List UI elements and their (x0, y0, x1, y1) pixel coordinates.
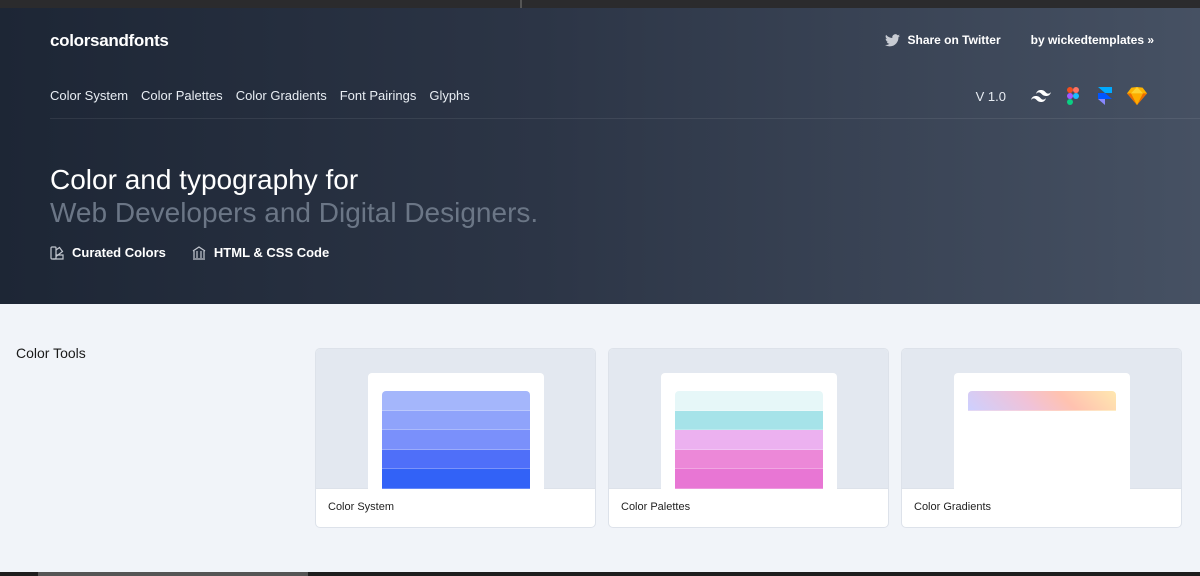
gradient-preview (968, 391, 1116, 489)
swatch (382, 469, 530, 489)
palette-icon (50, 245, 64, 260)
feature-curated-colors: Curated Colors (50, 245, 166, 260)
swatch (382, 430, 530, 450)
card-preview-frame (661, 373, 837, 489)
browser-bottom-bar (0, 572, 1200, 576)
hero-title-line2: Web Developers and Digital Designers. (50, 197, 539, 228)
card-thumbnail (609, 349, 888, 489)
swatch (675, 449, 823, 470)
browser-top-strip (0, 0, 1200, 8)
hero-title-line1: Color and typography for (50, 164, 359, 195)
nav-item-font-pairings[interactable]: Font Pairings (340, 88, 417, 103)
framer-icon[interactable] (1094, 85, 1116, 107)
twitter-icon (885, 33, 901, 46)
card-thumbnail (316, 349, 595, 489)
card-label: Color Gradients (914, 501, 992, 513)
site-logo[interactable]: colorsandfonts (50, 31, 169, 51)
version-label: V 1.0 (975, 88, 1006, 104)
card-preview-frame (368, 373, 544, 489)
nav-item-color-palettes[interactable]: Color Palettes (141, 88, 223, 103)
card-color-system[interactable]: Color System (315, 348, 596, 528)
swatch (382, 391, 530, 411)
tool-links: V 1.0 (976, 85, 1148, 107)
nav-item-color-gradients[interactable]: Color Gradients (236, 88, 327, 103)
section-title: Color Tools (16, 345, 86, 361)
card-color-gradients[interactable]: Color Gradients (901, 348, 1182, 528)
color-system-swatches (382, 391, 530, 489)
card-preview-frame (954, 373, 1130, 489)
figma-icon[interactable] (1062, 85, 1084, 107)
feature-label: HTML & CSS Code (213, 245, 330, 260)
hero-title: Color and typography for Web Developers … (50, 163, 538, 229)
header-divider (50, 118, 1200, 119)
building-icon (192, 245, 206, 260)
main-nav: Color System Color Palettes Color Gradie… (50, 88, 483, 103)
tailwind-icon[interactable] (1030, 85, 1052, 107)
share-on-twitter-link[interactable]: Share on Twitter (885, 33, 1001, 47)
feature-label: Curated Colors (72, 245, 166, 260)
feature-html-css-code: HTML & CSS Code (192, 245, 329, 260)
feature-list: Curated Colors HTML & CSS Code (50, 245, 355, 260)
swatch (675, 469, 823, 489)
scrollbar-thumb[interactable] (38, 572, 308, 576)
swatch (382, 410, 530, 431)
browser-strip-marker (520, 0, 522, 8)
card-label: Color System (328, 501, 395, 513)
swatch (382, 449, 530, 470)
swatch (675, 410, 823, 431)
card-label: Color Palettes (621, 501, 691, 513)
share-label: Share on Twitter (907, 33, 1001, 47)
swatch (675, 430, 823, 450)
hero-section: colorsandfonts Share on Twitter by wicke… (0, 8, 1200, 304)
by-wickedtemplates-link[interactable]: by wickedtemplates » (1031, 33, 1154, 47)
card-thumbnail (902, 349, 1181, 489)
header-links: Share on Twitter by wickedtemplates » (885, 33, 1154, 47)
swatch (675, 391, 823, 411)
color-palette-swatches (675, 391, 823, 489)
nav-item-glyphs[interactable]: Glyphs (429, 88, 469, 103)
sketch-icon[interactable] (1126, 85, 1148, 107)
card-color-palettes[interactable]: Color Palettes (608, 348, 889, 528)
gradient-swatch (968, 391, 1116, 411)
nav-item-color-system[interactable]: Color System (50, 88, 128, 103)
